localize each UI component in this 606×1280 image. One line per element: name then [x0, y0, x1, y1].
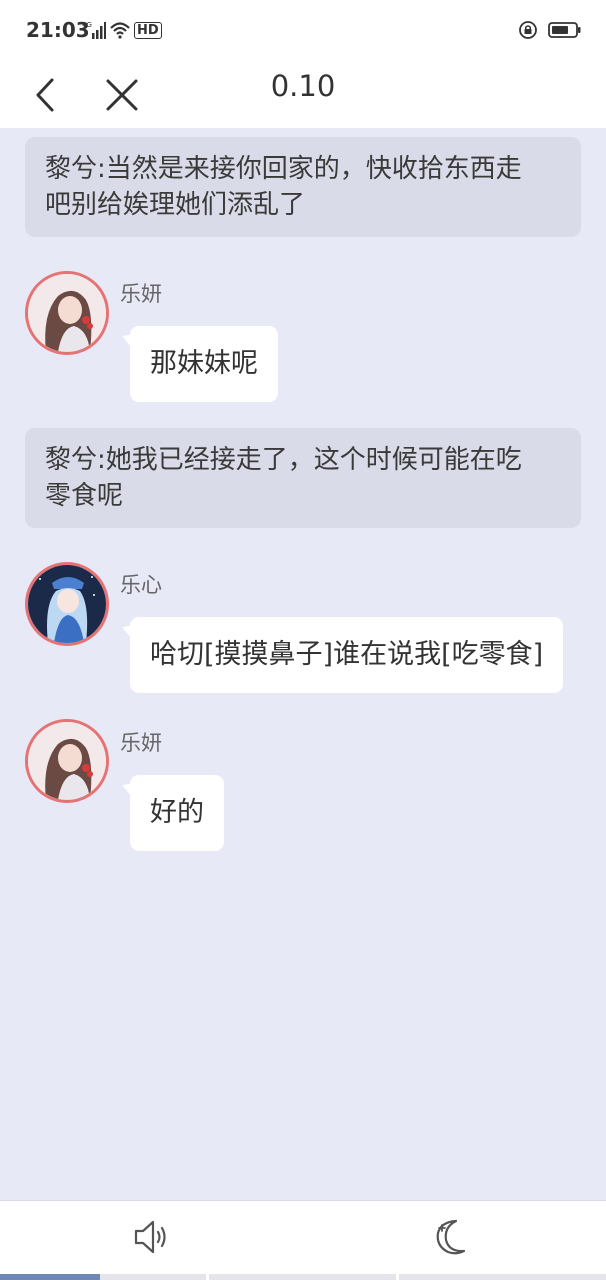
signal-icon: 4G: [82, 21, 106, 39]
avatar-girl-blue-icon: [28, 565, 106, 643]
narration-line: 吧别给娭理她们添乱了: [45, 190, 306, 220]
avatar[interactable]: [25, 271, 109, 355]
message-bubble[interactable]: 好的: [130, 775, 224, 851]
back-button[interactable]: [26, 70, 66, 120]
progress-segment-divider: [396, 1274, 399, 1280]
speaker-name: 乐妍: [120, 731, 162, 755]
speaker-name: 乐妍: [120, 282, 162, 306]
chevron-left-icon: [36, 78, 54, 112]
avatar-girl-pink-icon: [28, 274, 106, 352]
hd-icon: HD: [134, 21, 162, 39]
progress-segment-divider: [206, 1274, 209, 1280]
narration-line: 黎兮:她我已经接走了，这个时候可能在吃: [45, 445, 522, 475]
lock-rotation-icon: [519, 21, 537, 39]
close-icon: [106, 79, 138, 111]
bottom-toolbar: [0, 1200, 606, 1280]
network-type-label: 4G: [82, 21, 92, 29]
chat-area[interactable]: 黎兮:当然是来接你回家的，快收拾东西走 吧别给娭理她们添乱了 乐妍 那妹妹呢 黎…: [0, 128, 606, 1200]
status-bar: 21:03 4G HD: [0, 0, 606, 62]
page-title: 0.10: [270, 69, 336, 103]
speaker-name: 乐心: [120, 573, 162, 597]
battery-icon: [548, 22, 581, 38]
status-icons-left: 4G HD: [82, 19, 162, 41]
narration-line: 零食呢: [45, 481, 124, 511]
narration-line: 黎兮:当然是来接你回家的，快收拾东西走: [45, 154, 522, 184]
moon-icon: [436, 1219, 466, 1255]
sound-button[interactable]: [130, 1215, 174, 1259]
close-button[interactable]: [100, 70, 144, 120]
speaker-icon: [134, 1220, 166, 1254]
message-bubble[interactable]: 那妹妹呢: [130, 326, 278, 402]
status-icons-right: [518, 19, 582, 41]
reading-progress-bar: [0, 1274, 606, 1280]
reading-progress-fill: [0, 1274, 100, 1280]
message-bubble[interactable]: 哈切[摸摸鼻子]谁在说我[吃零食]: [130, 617, 564, 693]
narration-box: 黎兮:她我已经接走了，这个时候可能在吃 零食呢: [25, 428, 581, 528]
avatar-girl-pink-icon: [28, 722, 106, 800]
avatar[interactable]: [25, 719, 109, 803]
night-mode-button[interactable]: [432, 1215, 476, 1259]
narration-box: 黎兮:当然是来接你回家的，快收拾东西走 吧别给娭理她们添乱了: [25, 137, 581, 237]
wifi-icon: [110, 22, 130, 39]
status-time: 21:03: [26, 18, 90, 42]
avatar[interactable]: [25, 562, 109, 646]
nav-bar: 0.10: [0, 62, 606, 128]
